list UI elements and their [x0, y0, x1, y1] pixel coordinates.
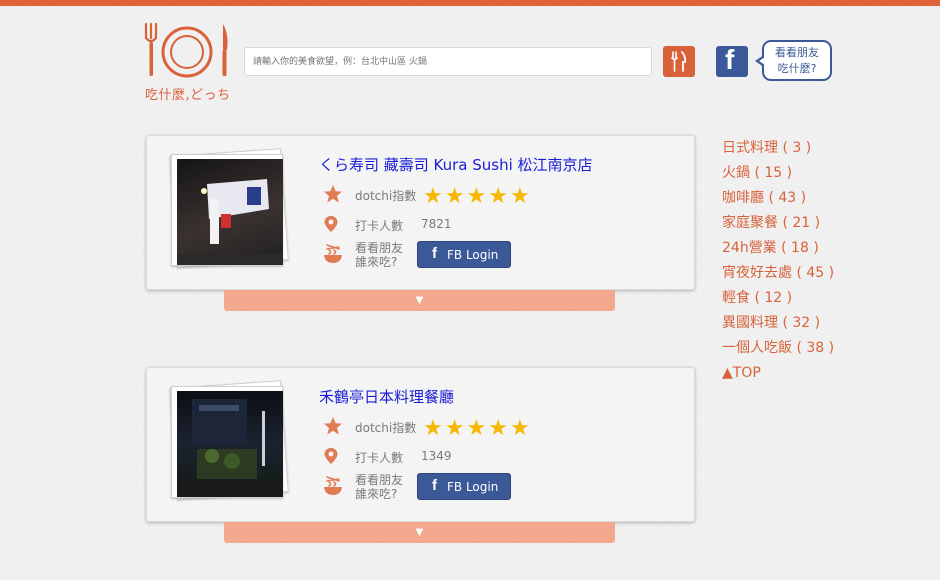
- rating-star: ★: [509, 416, 530, 441]
- star-icon: [324, 185, 342, 203]
- search-input[interactable]: [244, 47, 652, 76]
- facebook-icon: f: [725, 44, 735, 75]
- category-link-cafe[interactable]: 咖啡廳 ( 43 ): [722, 189, 834, 214]
- category-link-solo[interactable]: 一個人吃飯 ( 38 ): [722, 339, 834, 364]
- logo[interactable]: 吃什麼,どっち: [143, 20, 243, 103]
- see-friends-label: 看看朋友 誰來吃?: [355, 241, 415, 269]
- checkin-count: 1349: [421, 449, 452, 463]
- category-link-late-night[interactable]: 宵夜好去處 ( 45 ): [722, 264, 834, 289]
- category-link-foreign[interactable]: 異國料理 ( 32 ): [722, 314, 834, 339]
- rating-star: ★: [423, 416, 443, 441]
- rating-star: ★: [444, 184, 465, 209]
- fork-knife-icon: [671, 51, 687, 72]
- category-link-family[interactable]: 家庭聚餐 ( 21 ): [722, 214, 834, 239]
- checkin-label: 打卡人數: [355, 451, 404, 465]
- fb-login-label: FB Login: [447, 480, 499, 494]
- category-link-24h[interactable]: 24h營業 ( 18 ): [722, 239, 834, 264]
- category-link-hotpot[interactable]: 火鍋 ( 15 ): [722, 164, 834, 189]
- see-friends-line-2: 誰來吃?: [355, 255, 398, 269]
- noodle-bowl-icon: [324, 476, 342, 495]
- fb-login-button[interactable]: f FB Login: [417, 241, 511, 268]
- category-link-light-meal[interactable]: 輕食 ( 12 ): [722, 289, 834, 314]
- back-to-top-link[interactable]: ▲TOP: [722, 364, 834, 389]
- rating-star: ★: [488, 416, 508, 441]
- see-friends-line-2: 誰來吃?: [355, 487, 398, 501]
- restaurant-photo: [177, 159, 283, 265]
- category-link-japanese[interactable]: 日式料理 ( 3 ): [722, 139, 834, 164]
- facebook-icon: f: [432, 245, 437, 262]
- checkin-label: 打卡人數: [355, 219, 404, 233]
- rating-star: ★: [466, 184, 487, 209]
- dotchi-index-label: dotchi指數: [355, 421, 417, 435]
- star-icon: [324, 417, 342, 435]
- facebook-button[interactable]: f: [716, 44, 748, 77]
- photo-frame[interactable]: [171, 386, 283, 498]
- rating-stars: ★ ★ ★ ★ ★: [423, 418, 530, 440]
- location-pin-icon: [324, 448, 338, 464]
- bubble-line-1: 看看朋友: [775, 46, 819, 59]
- rating-star: ★: [509, 184, 530, 209]
- photo-frame[interactable]: [171, 154, 283, 266]
- rating-star: ★: [488, 184, 508, 209]
- expand-toggle[interactable]: ▼: [224, 522, 615, 543]
- rating-stars: ★ ★ ★ ★ ★: [423, 186, 530, 208]
- facebook-icon: f: [432, 477, 437, 494]
- restaurant-photo: [177, 391, 283, 497]
- restaurant-name-link[interactable]: くら寿司 藏壽司 Kura Sushi 松江南京店: [319, 154, 593, 175]
- restaurant-card: くら寿司 藏壽司 Kura Sushi 松江南京店 dotchi指數 ★ ★ ★…: [146, 135, 695, 290]
- see-friends-label: 看看朋友 誰來吃?: [355, 473, 415, 501]
- see-friends-line-1: 看看朋友: [355, 473, 404, 487]
- fork-plate-knife-icon: [144, 22, 228, 78]
- fb-login-button[interactable]: f FB Login: [417, 473, 511, 500]
- dotchi-index-label: dotchi指數: [355, 189, 417, 203]
- see-friends-bubble[interactable]: 看看朋友 吃什麼?: [755, 40, 832, 81]
- expand-toggle[interactable]: ▼: [224, 290, 615, 311]
- rating-star: ★: [423, 184, 443, 209]
- top-accent-bar: [0, 0, 940, 6]
- category-sidebar: 日式料理 ( 3 ) 火鍋 ( 15 ) 咖啡廳 ( 43 ) 家庭聚餐 ( 2…: [722, 139, 834, 389]
- logo-text: 吃什麼,どっち: [145, 88, 231, 103]
- noodle-bowl-icon: [324, 244, 342, 263]
- search-button[interactable]: [663, 46, 695, 77]
- rating-star: ★: [444, 416, 465, 441]
- fb-login-label: FB Login: [447, 248, 499, 262]
- location-pin-icon: [324, 216, 338, 232]
- checkin-count: 7821: [421, 217, 452, 231]
- restaurant-name-link[interactable]: 禾鶴亭日本料理餐廳: [319, 386, 454, 407]
- rating-star: ★: [466, 416, 487, 441]
- see-friends-line-1: 看看朋友: [355, 241, 404, 255]
- bubble-line-2: 吃什麼?: [777, 62, 817, 75]
- restaurant-card: 禾鶴亭日本料理餐廳 dotchi指數 ★ ★ ★ ★ ★ 打卡人數 1349 看…: [146, 367, 695, 522]
